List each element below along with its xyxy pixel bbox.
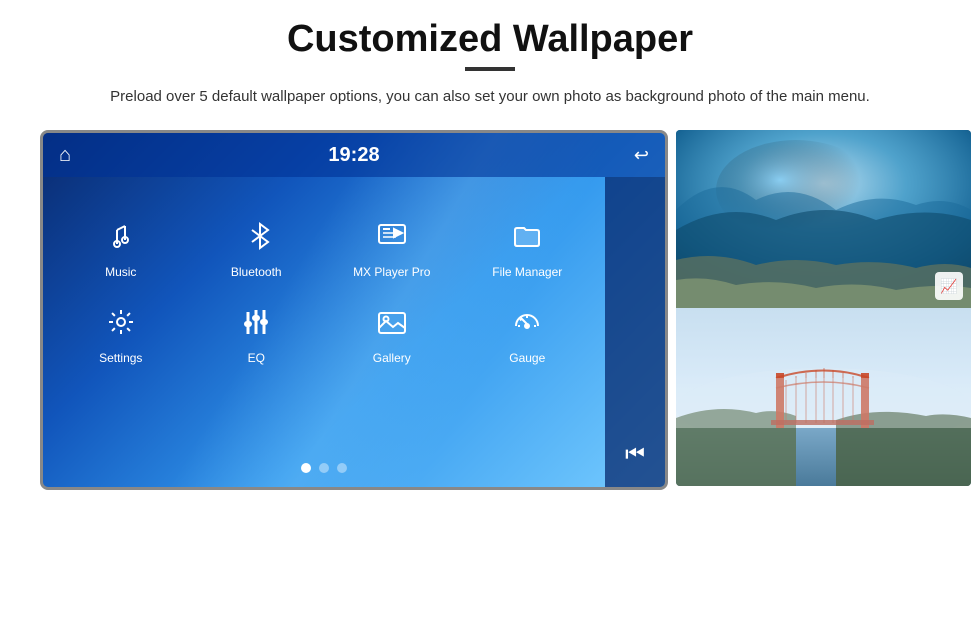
page-subtitle: Preload over 5 default wallpaper options… [110, 85, 870, 108]
dot-1[interactable] [301, 463, 311, 473]
music-icon [98, 213, 144, 259]
trending-badge: 📈 [935, 272, 963, 300]
pagination-dots [43, 463, 605, 473]
app-item-settings[interactable]: Settings [53, 289, 189, 375]
eq-icon [233, 299, 279, 345]
skip-back-button[interactable]: ⏮ [625, 441, 645, 467]
gauge-icon [504, 299, 550, 345]
dot-2[interactable] [319, 463, 329, 473]
settings-icon [98, 299, 144, 345]
screen-time: 19:28 [328, 144, 379, 167]
app-item-gallery[interactable]: Gallery [324, 289, 460, 375]
back-icon[interactable]: ↩ [634, 145, 649, 166]
title-divider [465, 67, 515, 71]
photo-thumbnails: 📈 [676, 130, 971, 486]
bluetooth-label: Bluetooth [231, 265, 282, 279]
screen-right-panel: ⏮ [605, 177, 665, 487]
dot-3[interactable] [337, 463, 347, 473]
page-title: Customized Wallpaper [287, 18, 693, 61]
bluetooth-icon [233, 213, 279, 259]
golden-gate-image [676, 308, 971, 486]
home-icon[interactable]: ⌂ [59, 144, 71, 167]
eq-label: EQ [248, 351, 265, 365]
content-row: ⌂ 19:28 ↩ [40, 130, 940, 490]
folder-icon [504, 213, 550, 259]
app-item-mx-player[interactable]: MX Player Pro [324, 203, 460, 289]
app-grid: Music Bluetooth [43, 193, 605, 385]
music-label: Music [105, 265, 136, 279]
app-item-eq[interactable]: EQ [189, 289, 325, 375]
gauge-label: Gauge [509, 351, 545, 365]
screen-mockup: ⌂ 19:28 ↩ [40, 130, 668, 490]
file-manager-label: File Manager [492, 265, 562, 279]
golden-gate-photo [676, 308, 971, 486]
gallery-icon [369, 299, 415, 345]
mx-player-label: MX Player Pro [353, 265, 430, 279]
gallery-label: Gallery [373, 351, 411, 365]
app-item-gauge[interactable]: Gauge [460, 289, 596, 375]
ice-cave-photo: 📈 [676, 130, 971, 308]
mx-player-icon [369, 213, 415, 259]
app-item-file-manager[interactable]: File Manager [460, 203, 596, 289]
app-item-bluetooth[interactable]: Bluetooth [189, 203, 325, 289]
screen-top-bar: ⌂ 19:28 ↩ [43, 133, 665, 177]
settings-label: Settings [99, 351, 142, 365]
page-container: Customized Wallpaper Preload over 5 defa… [0, 0, 980, 634]
app-item-music[interactable]: Music [53, 203, 189, 289]
ice-cave-image: 📈 [676, 130, 971, 308]
